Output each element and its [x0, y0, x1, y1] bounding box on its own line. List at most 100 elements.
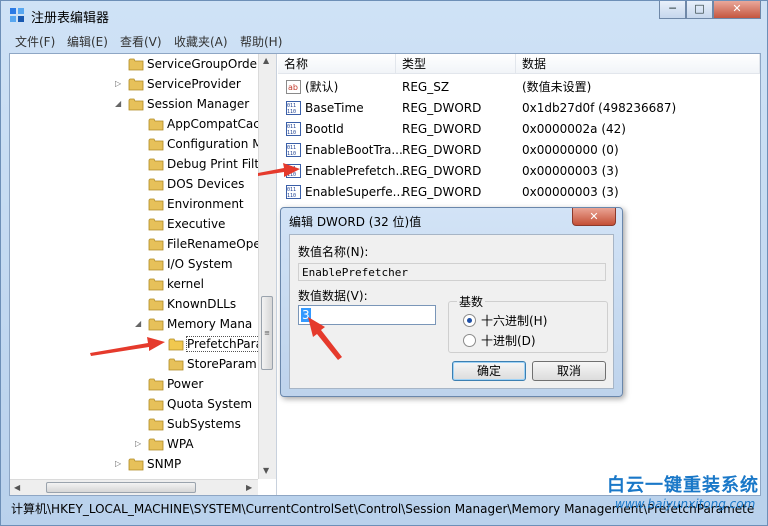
tree-item[interactable]: Power [148, 374, 203, 394]
menu-file[interactable]: 文件(F) [15, 33, 55, 50]
tree-item[interactable]: DOS Devices [148, 174, 244, 194]
scroll-left-arrow-icon[interactable]: ◀ [14, 483, 20, 492]
tree-item-label: KnownDLLs [167, 297, 237, 311]
tree-item[interactable]: ▷ SNMP [115, 454, 181, 474]
tree-item[interactable]: Executive [148, 214, 225, 234]
menu-bar: 文件(F) 编辑(E) 查看(V) 收藏夹(A) 帮助(H) [9, 31, 759, 51]
value-row[interactable]: 011 110 EnablePrefetch... REG_DWORD 0x000000… [278, 161, 760, 182]
column-header-name[interactable]: 名称 [278, 54, 396, 74]
value-type: REG_DWORD [402, 164, 482, 178]
title-bar[interactable]: 注册表编辑器 ─ □ ✕ [1, 1, 767, 29]
svg-text:110: 110 [287, 193, 296, 199]
maximize-button[interactable]: □ [686, 1, 713, 19]
tree-scroll-thumb[interactable]: ≡ [261, 296, 273, 370]
scroll-right-arrow-icon[interactable]: ▶ [246, 483, 252, 492]
radio-decimal[interactable]: 十进制(D) [463, 332, 536, 349]
tree-item[interactable]: ▷ ServiceProvider [115, 74, 241, 94]
svg-text:ab: ab [288, 83, 298, 92]
tree-expander-icon[interactable]: ◢ [115, 94, 125, 114]
tree-item-label: StoreParam [187, 357, 257, 371]
dialog-close-button[interactable]: ✕ [572, 208, 616, 226]
folder-icon [128, 78, 144, 91]
value-row[interactable]: 011 110 BaseTime REG_DWORD 0x1db27d0f (49823… [278, 98, 760, 119]
value-data-text: 3 [301, 308, 311, 322]
tree-item-label: I/O System [167, 257, 233, 271]
binary-value-icon: 011110 [286, 185, 301, 199]
tree-item[interactable]: I/O System [148, 254, 233, 274]
svg-text:110: 110 [287, 172, 296, 178]
tree-item-label: Environment [167, 197, 244, 211]
folder-icon [148, 398, 164, 411]
binary-value-icon: 011110 [286, 143, 301, 157]
folder-icon [148, 178, 164, 191]
value-row[interactable]: 011 110 EnableSuperfe... REG_DWORD 0x0000000… [278, 182, 760, 203]
value-type: REG_DWORD [402, 101, 482, 115]
tree-item-label: Executive [167, 217, 226, 231]
tree-item-label: Power [167, 377, 204, 391]
tree-item[interactable]: StoreParam [168, 354, 257, 374]
tree-item[interactable]: PrefetchPara [168, 334, 264, 354]
value-name: EnableBootTra... [305, 143, 403, 157]
value-name: BaseTime [305, 101, 364, 115]
binary-value-icon: 011110 [286, 164, 301, 178]
tree-expander-icon[interactable]: ▷ [115, 454, 125, 474]
value-row[interactable]: 011 110 EnableBootTra... REG_DWORD 0x0000000… [278, 140, 760, 161]
value-data: 0x00000003 (3) [522, 185, 619, 199]
tree-item[interactable]: ◢ Session Manager [115, 94, 249, 114]
menu-edit[interactable]: 编辑(E) [67, 33, 108, 50]
tree-item-label: Memory Mana [167, 317, 253, 331]
radio-hexadecimal[interactable]: 十六进制(H) [463, 312, 547, 329]
value-data: 0x00000003 (3) [522, 164, 619, 178]
tree-item[interactable]: Quota System [148, 394, 252, 414]
cancel-button[interactable]: 取消 [532, 361, 606, 381]
tree-item[interactable]: FileRenameOpe [148, 234, 261, 254]
minimize-button[interactable]: ─ [659, 1, 686, 19]
close-button[interactable]: ✕ [713, 1, 761, 19]
column-header-data[interactable]: 数据 [516, 54, 760, 74]
scroll-up-arrow-icon[interactable]: ▲ [263, 56, 269, 65]
base-groupbox: 基数 十六进制(H) 十进制(D) [448, 293, 608, 353]
svg-text:110: 110 [287, 151, 296, 157]
tree-item[interactable]: Debug Print Filt [148, 154, 259, 174]
folder-icon [148, 218, 164, 231]
tree-item[interactable]: KnownDLLs [148, 294, 236, 314]
tree-item[interactable]: SubSystems [148, 414, 241, 434]
menu-help[interactable]: 帮助(H) [240, 33, 282, 50]
tree-item-label: kernel [167, 277, 204, 291]
registry-app-icon [10, 8, 24, 22]
value-data-input[interactable]: 3 [298, 305, 436, 325]
tree-expander-icon[interactable]: ▷ [115, 74, 125, 94]
tree-horizontal-scrollbar[interactable]: ◀ ▶ [10, 479, 258, 495]
tree-item[interactable]: Configuration M [148, 134, 263, 154]
tree-expander-icon[interactable]: ▷ [135, 434, 145, 454]
value-row[interactable]: 011 110 BootId REG_DWORD 0x0000002a (42) [278, 119, 760, 140]
menu-favorites[interactable]: 收藏夹(A) [174, 33, 228, 50]
value-data: 0x0000002a (42) [522, 122, 626, 136]
value-name: (默认) [305, 80, 339, 94]
ok-button[interactable]: 确定 [452, 361, 526, 381]
scroll-down-arrow-icon[interactable]: ▼ [263, 466, 269, 475]
tree-item-label: Debug Print Filt [167, 157, 260, 171]
folder-icon [148, 318, 164, 331]
tree-item[interactable]: ◢ Memory Mana [135, 314, 253, 334]
tree-item-label: FileRenameOpe [167, 237, 261, 251]
tree-item[interactable]: ServiceGroupOrde [128, 54, 257, 74]
value-name: BootId [305, 122, 344, 136]
tree-item[interactable]: Environment [148, 194, 244, 214]
tree-item[interactable]: AppCompatCac [148, 114, 260, 134]
window-title: 注册表编辑器 [31, 11, 110, 26]
tree-item[interactable]: ▷ WPA [135, 434, 194, 454]
value-data: (数值未设置) [522, 80, 592, 94]
tree-vertical-scrollbar[interactable]: ▲ ≡ ▼ [258, 54, 276, 479]
column-header-type[interactable]: 类型 [396, 54, 516, 74]
binary-value-icon: 011110 [286, 101, 301, 115]
value-row[interactable]: ab (默认) REG_SZ (数值未设置) [278, 77, 760, 98]
tree-item-label: Quota System [167, 397, 253, 411]
tree-hscroll-thumb[interactable] [46, 482, 196, 493]
binary-value-icon: 011110 [286, 122, 301, 136]
tree-item[interactable]: kernel [148, 274, 204, 294]
menu-view[interactable]: 查看(V) [120, 33, 162, 50]
folder-icon [148, 378, 164, 391]
registry-key-tree[interactable]: ▷ SNMP ▷ WPA SubSystems Quota System Power Stor… [10, 54, 277, 495]
tree-expander-icon[interactable]: ◢ [135, 314, 145, 334]
